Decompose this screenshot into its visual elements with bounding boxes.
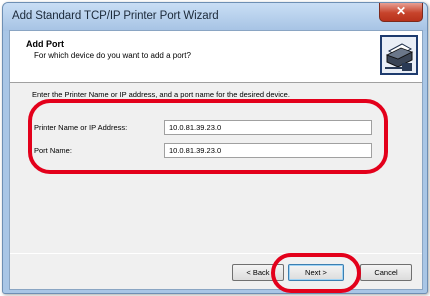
page-title: Add Port xyxy=(26,39,64,49)
port-name-input[interactable]: 10.0.81.39.23.0 xyxy=(164,143,372,158)
close-button[interactable]: ✕ xyxy=(379,3,423,22)
instruction-text: Enter the Printer Name or IP address, an… xyxy=(32,90,290,99)
printer-name-input[interactable]: 10.0.81.39.23.0 xyxy=(164,120,372,135)
wizard-header: Add Port For which device do you want to… xyxy=(10,31,422,83)
window-title: Add Standard TCP/IP Printer Port Wizard xyxy=(12,10,219,22)
back-button[interactable]: < Back xyxy=(232,264,284,281)
title-bar[interactable]: Add Standard TCP/IP Printer Port Wizard … xyxy=(3,3,427,31)
port-name-label: Port Name: xyxy=(34,146,72,155)
wizard-window: Add Standard TCP/IP Printer Port Wizard … xyxy=(2,2,428,294)
next-button[interactable]: Next > xyxy=(288,264,344,281)
wizard-client-area: Add Port For which device do you want to… xyxy=(9,30,423,290)
printer-name-label: Printer Name or IP Address: xyxy=(34,123,128,132)
cancel-button[interactable]: Cancel xyxy=(360,264,412,281)
printer-network-icon xyxy=(380,35,418,75)
page-subtitle: For which device do you want to add a po… xyxy=(34,51,191,60)
footer-divider xyxy=(10,253,422,254)
